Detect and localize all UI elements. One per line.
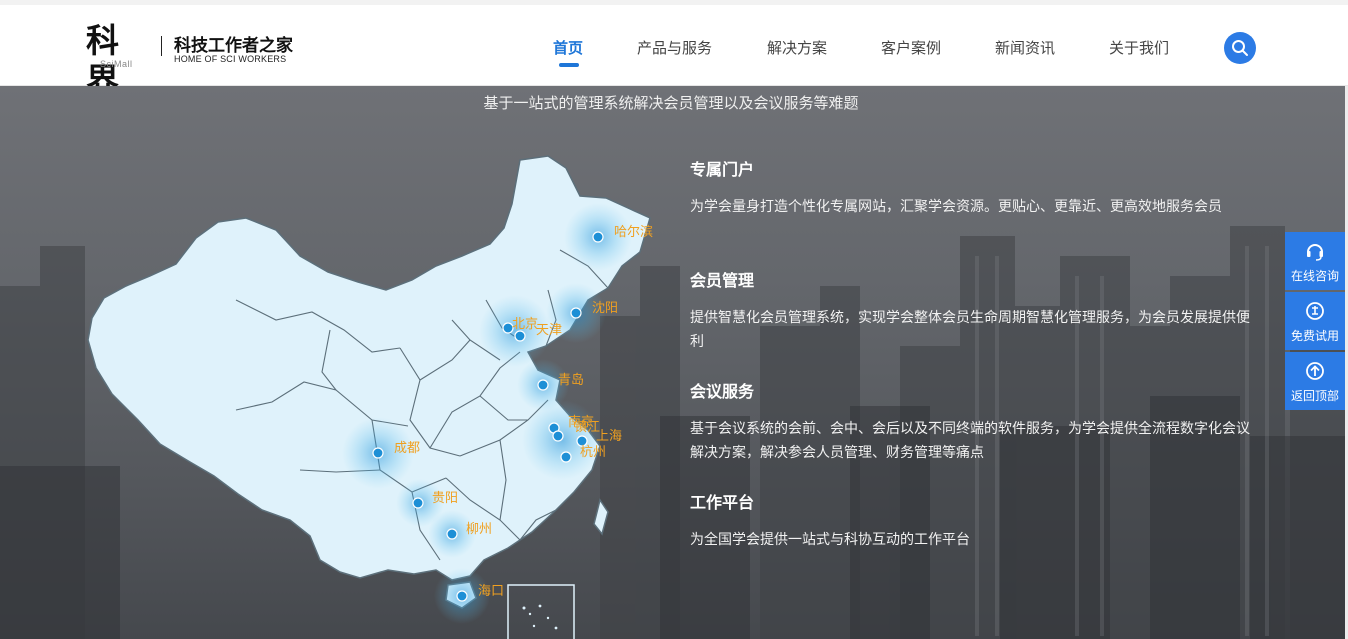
feature-description: 提供智慧化会员管理系统，实现学会整体会员生命周期智慧化管理服务，为会员发展提供便…	[690, 309, 1250, 349]
south-china-sea-inset	[507, 584, 575, 639]
city-label-harbin: 哈尔滨	[614, 224, 653, 239]
taiwan-island	[593, 498, 609, 536]
online-consult-label: 在线咨询	[1290, 269, 1339, 283]
city-marker-chengdu	[372, 447, 384, 459]
city-marker-guiyang	[412, 497, 424, 509]
feature-description: 为全国学会提供一站式与科协互动的工作平台	[690, 531, 970, 547]
online-consult-button[interactable]: 在线咨询	[1285, 232, 1345, 290]
city-marker-qingdao	[537, 379, 549, 391]
city-label-haikou: 海口	[478, 583, 504, 598]
china-map: 哈尔滨 沈阳 北京 天津 青岛 南京 镇江 上海 杭州 成都 贵阳 柳州 海口	[87, 155, 653, 639]
feature-description: 基于会议系统的会前、会中、会后以及不同终端的软件服务，为学会提供全流程数字化会议…	[690, 420, 1250, 460]
headset-icon	[1307, 244, 1323, 261]
nav-news[interactable]: 新闻资讯	[995, 37, 1055, 58]
free-trial-label: 免费试用	[1290, 329, 1339, 343]
nav-products-services[interactable]: 产品与服务	[637, 37, 712, 58]
hero-section: 基于一站式的管理系统解决会员管理以及会议服务等难题 哈尔滨 沈阳 北京 天津 青…	[0, 86, 1348, 639]
back-to-top-button[interactable]: 返回顶部	[1285, 352, 1345, 410]
city-label-guiyang: 贵阳	[432, 490, 458, 505]
feature-work-platform: 工作平台 为全国学会提供一站式与科协互动的工作平台	[690, 489, 1250, 551]
nav-solutions[interactable]: 解决方案	[767, 37, 827, 58]
city-marker-hangzhou	[560, 451, 572, 463]
feature-conference-service: 会议服务 基于会议系统的会前、会中、会后以及不同终端的软件服务，为学会提供全流程…	[690, 378, 1250, 464]
logo-subtext: SciMall	[100, 59, 133, 69]
china-map-shape	[87, 155, 651, 581]
nav-customer-cases[interactable]: 客户案例	[881, 37, 941, 58]
city-label-shenyang: 沈阳	[592, 300, 618, 315]
nav-home[interactable]: 首页	[553, 37, 583, 58]
free-trial-icon	[1306, 302, 1324, 320]
feature-member-management: 会员管理 提供智慧化会员管理系统，实现学会整体会员生命周期智慧化管理服务，为会员…	[690, 267, 1250, 353]
search-icon	[1232, 40, 1248, 56]
city-label-tianjin: 天津	[536, 322, 562, 337]
nav-about-us[interactable]: 关于我们	[1109, 37, 1169, 58]
city-marker-tianjin	[514, 330, 526, 342]
south-china-sea-islands	[522, 604, 558, 630]
feature-title: 工作平台	[690, 495, 755, 512]
city-marker-harbin	[592, 231, 604, 243]
feature-title: 会员管理	[690, 273, 755, 290]
search-button[interactable]	[1224, 32, 1256, 64]
feature-title: 会议服务	[690, 384, 755, 401]
city-label-liuzhou: 柳州	[466, 521, 492, 536]
logo-divider	[161, 36, 162, 56]
feature-description: 为学会量身打造个性化专属网站，汇聚学会资源。更贴心、更靠近、更高效地服务会员	[690, 198, 1222, 214]
logo-tagline: HOME OF SCI WORKERS	[174, 54, 287, 64]
city-label-qingdao: 青岛	[558, 372, 584, 387]
city-label-shanghai: 上海	[596, 428, 622, 443]
city-label-hangzhou: 杭州	[580, 444, 606, 459]
nav-active-indicator	[559, 63, 579, 67]
logo-title: 科技工作者之家	[174, 36, 293, 55]
site-header: 科界 SciMall 科技工作者之家 HOME OF SCI WORKERS 首…	[0, 5, 1348, 100]
city-label-beijing: 北京	[512, 316, 538, 331]
city-marker-zhenjiang	[552, 430, 564, 442]
back-to-top-label: 返回顶部	[1290, 389, 1339, 403]
free-trial-button[interactable]: 免费试用	[1285, 292, 1345, 350]
arrow-up-icon	[1306, 362, 1324, 380]
feature-portal: 专属门户 为学会量身打造个性化专属网站，汇聚学会资源。更贴心、更靠近、更高效地服…	[690, 156, 1250, 218]
city-marker-shenyang	[570, 307, 582, 319]
city-marker-liuzhou	[446, 528, 458, 540]
feature-title: 专属门户	[690, 162, 755, 179]
city-marker-haikou	[456, 590, 468, 602]
city-label-chengdu: 成都	[394, 440, 420, 455]
